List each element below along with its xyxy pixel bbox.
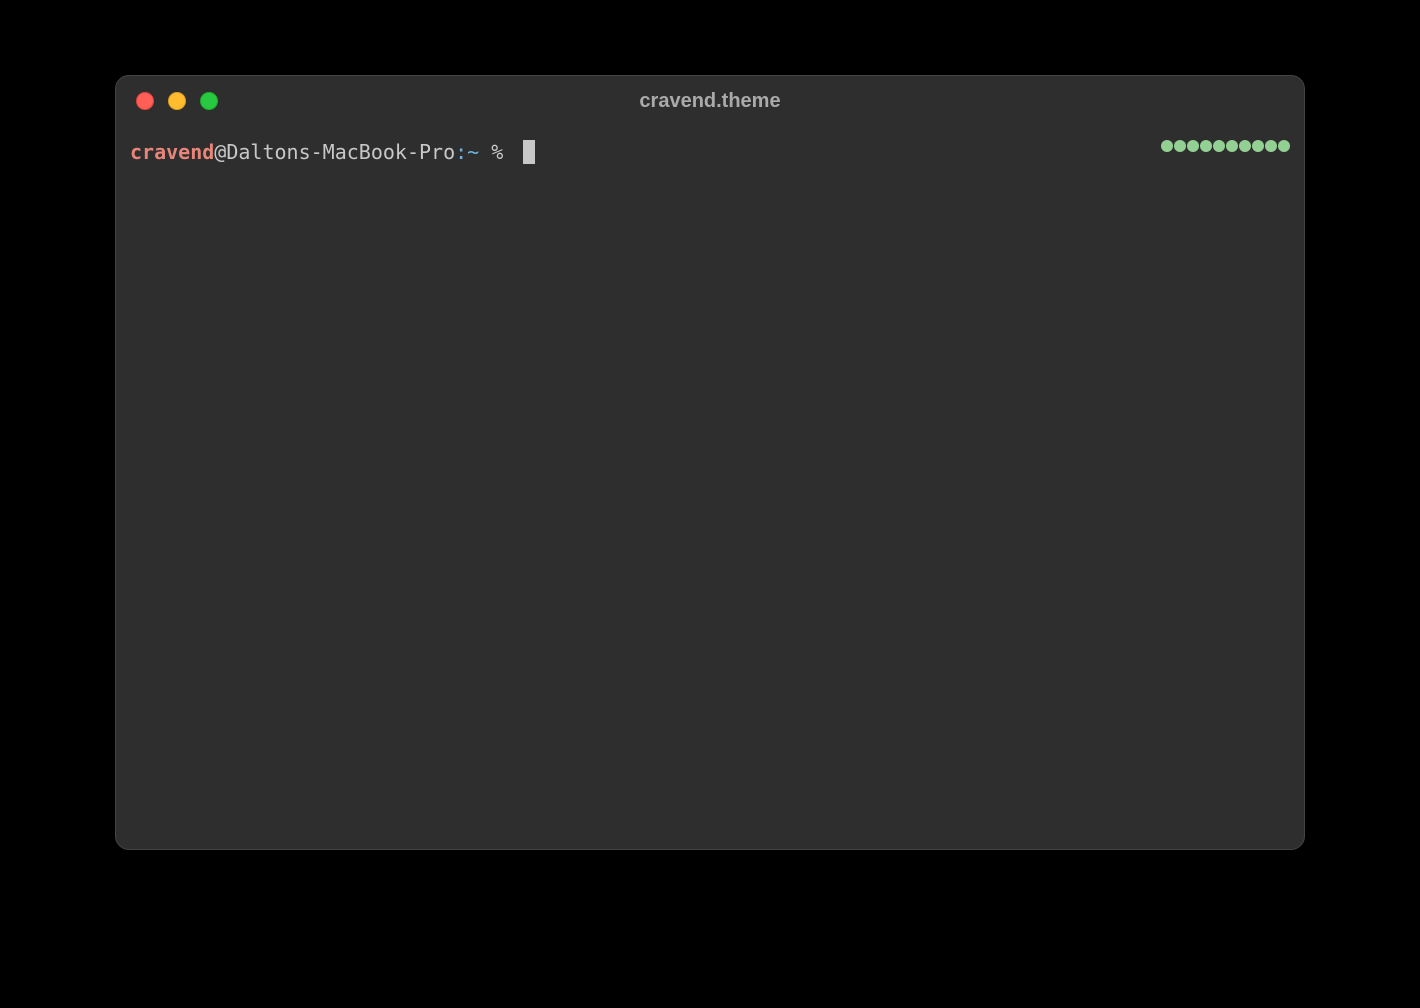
prompt-user: cravend: [130, 138, 214, 166]
prompt-symbol: %: [479, 138, 515, 166]
cursor: [523, 140, 535, 164]
traffic-lights: [136, 92, 218, 110]
prompt-line: cravend@Daltons-MacBook-Pro:~ %: [130, 138, 1290, 166]
indicator-dot: [1200, 140, 1212, 152]
minimize-button[interactable]: [168, 92, 186, 110]
prompt-host: Daltons-MacBook-Pro: [226, 138, 455, 166]
terminal-body[interactable]: cravend@Daltons-MacBook-Pro:~ %: [116, 126, 1304, 849]
indicator-dot: [1213, 140, 1225, 152]
terminal-window: cravend.theme cravend@Daltons-MacBook-Pr…: [115, 75, 1305, 850]
indicator-dot: [1187, 140, 1199, 152]
maximize-button[interactable]: [200, 92, 218, 110]
right-indicator: [1161, 140, 1290, 152]
close-button[interactable]: [136, 92, 154, 110]
prompt-at: @: [214, 138, 226, 166]
window-titlebar: cravend.theme: [116, 76, 1304, 126]
indicator-dot: [1265, 140, 1277, 152]
window-title: cravend.theme: [639, 90, 780, 113]
indicator-dot: [1226, 140, 1238, 152]
prompt-colon: :: [455, 138, 467, 166]
indicator-dot: [1252, 140, 1264, 152]
prompt-path: ~: [467, 138, 479, 166]
indicator-dot: [1239, 140, 1251, 152]
indicator-dot: [1174, 140, 1186, 152]
indicator-dot: [1161, 140, 1173, 152]
indicator-dot: [1278, 140, 1290, 152]
